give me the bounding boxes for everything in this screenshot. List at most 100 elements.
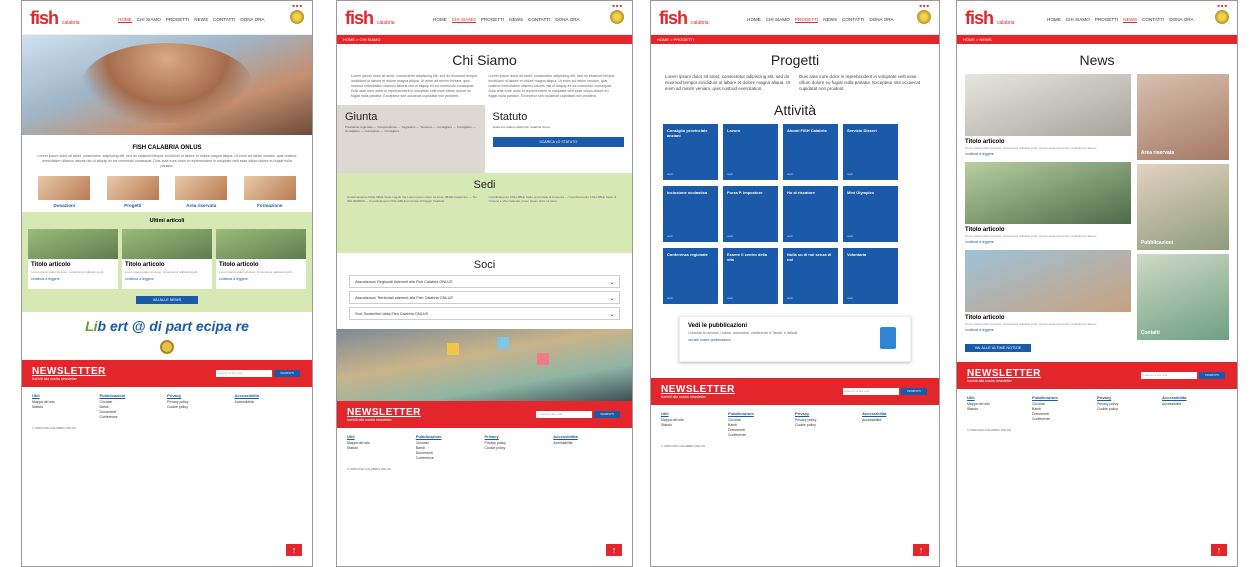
project-box[interactable]: Volontaria vedi bbox=[843, 248, 898, 304]
article-card[interactable]: Titolo articolo Lorem ipsum dolor sit ame… bbox=[28, 229, 118, 289]
project-box[interactable]: Ho al riscatore vedi bbox=[783, 186, 838, 242]
activity-title: Attività bbox=[773, 102, 816, 118]
project-box[interactable]: Lavoro vedi bbox=[723, 124, 778, 180]
main-nav: HOME CHI SIAMO PROGETTI NEWS CONTATTI DO… bbox=[1047, 17, 1194, 23]
tile-donazioni[interactable]: Donazioni bbox=[38, 176, 91, 208]
soci-title: Soci bbox=[473, 259, 496, 271]
footer: Utili Mappa del sito Statuto Pubblicazioni… bbox=[32, 393, 259, 419]
nav-contatti[interactable]: CONTATTI bbox=[528, 17, 550, 23]
site-logo[interactable]: fish calabria bbox=[30, 8, 80, 29]
scroll-top-button[interactable]: ↑ bbox=[606, 544, 622, 556]
quick-tiles: Donazioni Progetti Area riservata Formaz… bbox=[22, 172, 312, 212]
site-header: ■ ■ ■ fish calabria HOME CHI SIAMO PROGE… bbox=[22, 1, 312, 35]
publications-card[interactable]: Vedi le pubblicazioni Consulta le circol… bbox=[679, 316, 911, 362]
publications-link[interactable]: vai alle nostre pubblicazioni bbox=[688, 338, 902, 342]
copyright: © 2020 FISH CALABRIA ONLUS bbox=[347, 467, 392, 471]
project-box[interactable]: Consiglio provinciale anziani vedi bbox=[663, 124, 718, 180]
newsletter-input[interactable]: inserisci la tua mail bbox=[843, 388, 899, 395]
article-card[interactable]: Titolo articolo Lorem ipsum dolor sit ame… bbox=[122, 229, 212, 289]
chevron-down-icon: ⌄ bbox=[609, 311, 615, 318]
nav-contatti[interactable]: CONTATTI bbox=[1142, 17, 1164, 23]
nav-home[interactable]: HOME bbox=[118, 17, 132, 23]
project-box[interactable]: Alunni FISH Calabria vedi bbox=[783, 124, 838, 180]
nav-chi-siamo[interactable]: CHI SIAMO bbox=[766, 17, 790, 23]
soci-accordion-item[interactable]: Soci Sostenitori della Fish Calabria ONL… bbox=[349, 307, 620, 320]
nav-dona-ora[interactable]: DONA ORA bbox=[1169, 17, 1193, 23]
nav-progetti[interactable]: PROGETTI bbox=[166, 17, 189, 23]
nav-news[interactable]: NEWS bbox=[823, 17, 837, 23]
nav-progetti[interactable]: PROGETTI bbox=[794, 17, 819, 23]
page-title: News bbox=[1079, 52, 1115, 68]
nav-chi-siamo[interactable]: CHI SIAMO bbox=[137, 17, 161, 23]
newsletter-input[interactable]: inserisci la tua mail bbox=[1141, 372, 1197, 379]
statuto-title: Statuto bbox=[492, 111, 528, 123]
newsletter-input[interactable]: inserisci la tua mail bbox=[216, 370, 272, 377]
nav-news[interactable]: NEWS bbox=[194, 17, 208, 23]
giunta-statuto: Giunta Presidente regionale — Vicepreside… bbox=[337, 105, 632, 173]
nav-news[interactable]: NEWS bbox=[509, 17, 523, 23]
region-emblem-icon bbox=[1215, 10, 1229, 24]
newsletter-button[interactable]: ISCRIVITI bbox=[594, 411, 620, 418]
nav-chi-siamo[interactable]: CHI SIAMO bbox=[1066, 17, 1090, 23]
tile-formazione[interactable]: Formazione bbox=[243, 176, 296, 208]
project-box[interactable]: Essere il centro della vita vedi bbox=[723, 248, 778, 304]
news-item[interactable]: Titolo articolo Lorem ipsum dolor sit ame… bbox=[965, 162, 1131, 250]
nav-progetti[interactable]: PROGETTI bbox=[481, 17, 504, 23]
tile-area-riservata[interactable]: Area riservata bbox=[175, 176, 228, 208]
nav-contatti[interactable]: CONTATTI bbox=[842, 17, 864, 23]
nav-progetti[interactable]: PROGETTI bbox=[1095, 17, 1118, 23]
statuto-download-button[interactable]: SCARICA LO STATUTO bbox=[492, 137, 624, 147]
copyright: © 2020 FISH CALABRIA ONLUS bbox=[661, 444, 706, 448]
newsletter-button[interactable]: ISCRIVITI bbox=[901, 388, 927, 395]
nav-home[interactable]: HOME bbox=[433, 17, 447, 23]
projects-intro: Lorem ipsum dolor sit amet, consectetur … bbox=[665, 74, 921, 91]
nav-dona-ora[interactable]: DONA ORA bbox=[869, 17, 893, 23]
region-emblem-icon bbox=[290, 10, 304, 24]
news-item[interactable]: Titolo articolo Lorem ipsum dolor sit ame… bbox=[965, 74, 1131, 162]
site-logo[interactable]: fish calabria bbox=[965, 8, 1015, 29]
all-news-button[interactable]: VAI ALLE NEWS bbox=[136, 296, 198, 304]
project-box[interactable]: Mini Olympics vedi bbox=[843, 186, 898, 242]
site-logo[interactable]: fish calabria bbox=[659, 8, 709, 29]
nav-news[interactable]: NEWS bbox=[1123, 17, 1138, 23]
newsletter-button[interactable]: ISCRIVITI bbox=[1199, 372, 1225, 379]
side-box-area-riservata[interactable]: Area riservata bbox=[1136, 74, 1229, 160]
region-emblem-icon bbox=[917, 10, 931, 24]
news-item[interactable]: Titolo articolo Lorem ipsum dolor sit ame… bbox=[965, 250, 1131, 338]
main-nav: HOME CHI SIAMO PROGETTI NEWS CONTATTI DO… bbox=[433, 17, 580, 23]
soci-section: Soci Associazioni Regionali Aderenti all… bbox=[337, 253, 632, 329]
scroll-top-button[interactable]: ↑ bbox=[1211, 544, 1227, 556]
soci-accordion-item[interactable]: Associazioni Territoriali aderenti alla … bbox=[349, 291, 620, 304]
chevron-down-icon: ⌄ bbox=[609, 295, 615, 302]
home-page-preview: ■ ■ ■ fish calabria HOME CHI SIAMO PROGE… bbox=[21, 0, 313, 567]
project-box[interactable]: Forza P. Impostore vedi bbox=[723, 186, 778, 242]
newsletter-input[interactable]: inserisci la tua mail bbox=[536, 411, 592, 418]
scroll-top-button[interactable]: ↑ bbox=[286, 544, 302, 556]
nav-chi-siamo[interactable]: CHI SIAMO bbox=[451, 17, 476, 23]
project-box[interactable]: Servizio Disseri vedi bbox=[843, 124, 898, 180]
nav-home[interactable]: HOME bbox=[747, 17, 761, 23]
giunta-title: Giunta bbox=[345, 111, 378, 123]
article-card[interactable]: Titolo articolo Lorem ipsum dolor sit ame… bbox=[216, 229, 306, 289]
nav-contatti[interactable]: CONTATTI bbox=[213, 17, 235, 23]
scroll-top-button[interactable]: ↑ bbox=[913, 544, 929, 556]
side-box-contatti[interactable]: Contatti bbox=[1136, 254, 1229, 340]
nav-home[interactable]: HOME bbox=[1047, 17, 1061, 23]
project-box[interactable]: Nulla su di noi senza di noi vedi bbox=[783, 248, 838, 304]
newsletter-button[interactable]: ISCRIVITI bbox=[274, 370, 300, 377]
side-box-pubblicazioni[interactable]: Pubblicazioni bbox=[1136, 164, 1229, 250]
tile-progetti[interactable]: Progetti bbox=[106, 176, 159, 208]
hero-image bbox=[22, 35, 312, 135]
soci-accordion-item[interactable]: Associazioni Regionali Aderenti alla Fis… bbox=[349, 275, 620, 288]
site-header: ■ ■ ■ fish calabria HOME CHI SIAMO PROGE… bbox=[651, 1, 939, 35]
nav-dona-ora[interactable]: DONA ORA bbox=[555, 17, 579, 23]
slogan: Lib ert @ di part ecipa re bbox=[85, 318, 249, 334]
project-box[interactable]: Inclusione scolastica vedi bbox=[663, 186, 718, 242]
breadcrumb: HOME > NEWS bbox=[957, 35, 1237, 44]
nav-dona-ora[interactable]: DONA ORA bbox=[240, 17, 264, 23]
all-news-button[interactable]: VAI ALLE ULTIME NOTIZIE bbox=[965, 344, 1031, 352]
site-header: ■ ■ ■ fish calabria HOME CHI SIAMO PROGE… bbox=[957, 1, 1237, 35]
site-logo[interactable]: fish calabria bbox=[345, 8, 395, 29]
project-box[interactable]: Conferenza regionale vedi bbox=[663, 248, 718, 304]
chi-siamo-page-preview: ■ ■ ■ fish calabria HOME CHI SIAMO PROGE… bbox=[336, 0, 633, 567]
